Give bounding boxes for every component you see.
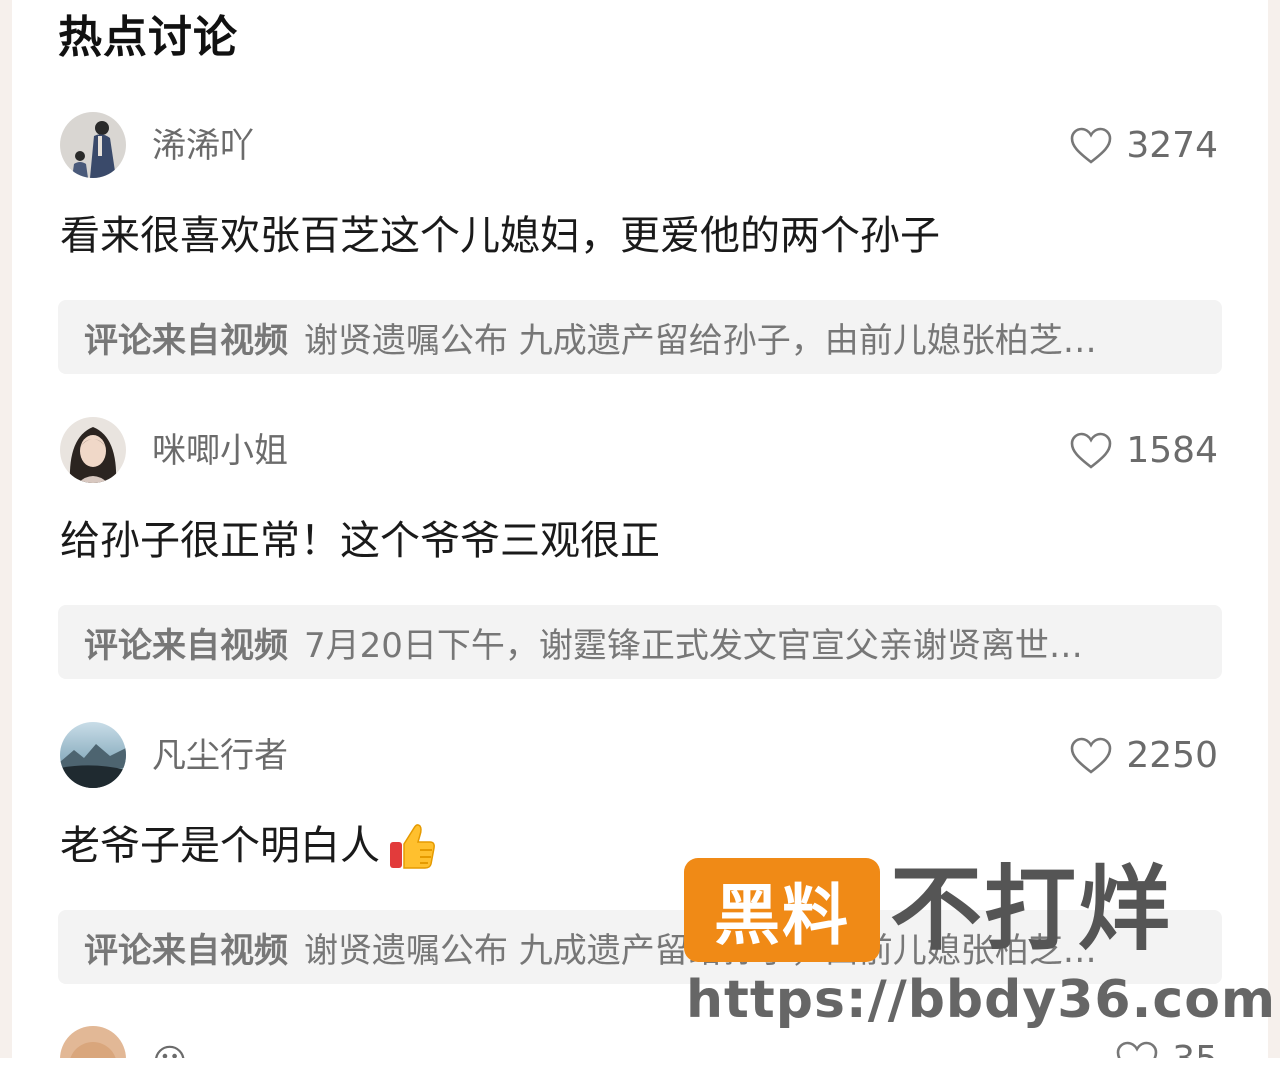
avatar[interactable]	[60, 112, 126, 178]
right-edge	[1268, 0, 1280, 1089]
comment-header: 浠浠吖 3274	[58, 112, 1222, 182]
comment-text-content: 给孙子很正常！这个爷爷三观很正	[60, 518, 660, 564]
comment-text: 给孙子很正常！这个爷爷三观很正	[60, 515, 1222, 567]
left-edge	[0, 0, 12, 1089]
source-label: 评论来自视频	[84, 320, 288, 361]
like-count: 2250	[1126, 735, 1218, 776]
watermark-name: 不打烊	[890, 856, 1173, 963]
source-video-title: 7月20日下午，谢霆锋正式发文官宣父亲谢贤离世…	[304, 625, 1083, 666]
watermark-badge: 黑料	[684, 858, 880, 962]
comment-item: 浠浠吖 3274 看来很喜欢张百芝这个儿媳妇，更爱他的两个孙子 评论来自视频 谢…	[58, 112, 1222, 374]
video-source-link[interactable]: 评论来自视频 谢贤遗嘱公布 九成遗产留给孙子，由前儿媳张柏芝…	[58, 300, 1222, 374]
avatar[interactable]	[60, 417, 126, 483]
heart-icon[interactable]	[1070, 737, 1112, 775]
video-source-link[interactable]: 评论来自视频 7月20日下午，谢霆锋正式发文官宣父亲谢贤离世…	[58, 605, 1222, 679]
source-video-title: 谢贤遗嘱公布 九成遗产留给孙子，由前儿媳张柏芝…	[304, 320, 1097, 361]
watermark: 黑料 不打烊 https://bbdy36.com	[684, 856, 1275, 1038]
comment-header: 咪唧小姐 1584	[58, 417, 1222, 487]
username[interactable]: 凡尘行者	[152, 736, 288, 776]
like-button[interactable]: 1584	[1070, 431, 1218, 471]
like-button[interactable]: 3274	[1070, 126, 1218, 166]
bottom-cutoff	[0, 1058, 1280, 1089]
heart-icon[interactable]	[1070, 127, 1112, 165]
comment-item: 咪唧小姐 1584 给孙子很正常！这个爷爷三观很正 评论来自视频 7月20日下午…	[58, 417, 1222, 679]
heart-icon[interactable]	[1070, 432, 1112, 470]
comment-text-content: 老爷子是个明白人	[60, 823, 380, 869]
comment-header: 凡尘行者 2250	[58, 722, 1222, 792]
like-count: 3274	[1126, 125, 1218, 166]
watermark-url: https://bbdy36.com	[686, 970, 1277, 1030]
like-count: 1584	[1126, 430, 1218, 471]
username[interactable]: 咪唧小姐	[152, 431, 288, 471]
source-label: 评论来自视频	[84, 625, 288, 666]
section-title: 热点讨论	[58, 12, 238, 63]
like-button[interactable]: 2250	[1070, 736, 1218, 776]
comment-text-content: 看来很喜欢张百芝这个儿媳妇，更爱他的两个孙子	[60, 213, 940, 259]
source-label: 评论来自视频	[84, 930, 288, 971]
hot-discussion-page: 热点讨论 浠浠吖 3274 看来很喜欢张百芝这个儿媳妇，更爱他的两个孙子 评论来…	[0, 0, 1280, 1089]
avatar[interactable]	[60, 722, 126, 788]
thumbs-up-icon	[386, 820, 438, 872]
comment-text: 看来很喜欢张百芝这个儿媳妇，更爱他的两个孙子	[60, 210, 1222, 262]
username[interactable]: 浠浠吖	[152, 126, 254, 166]
